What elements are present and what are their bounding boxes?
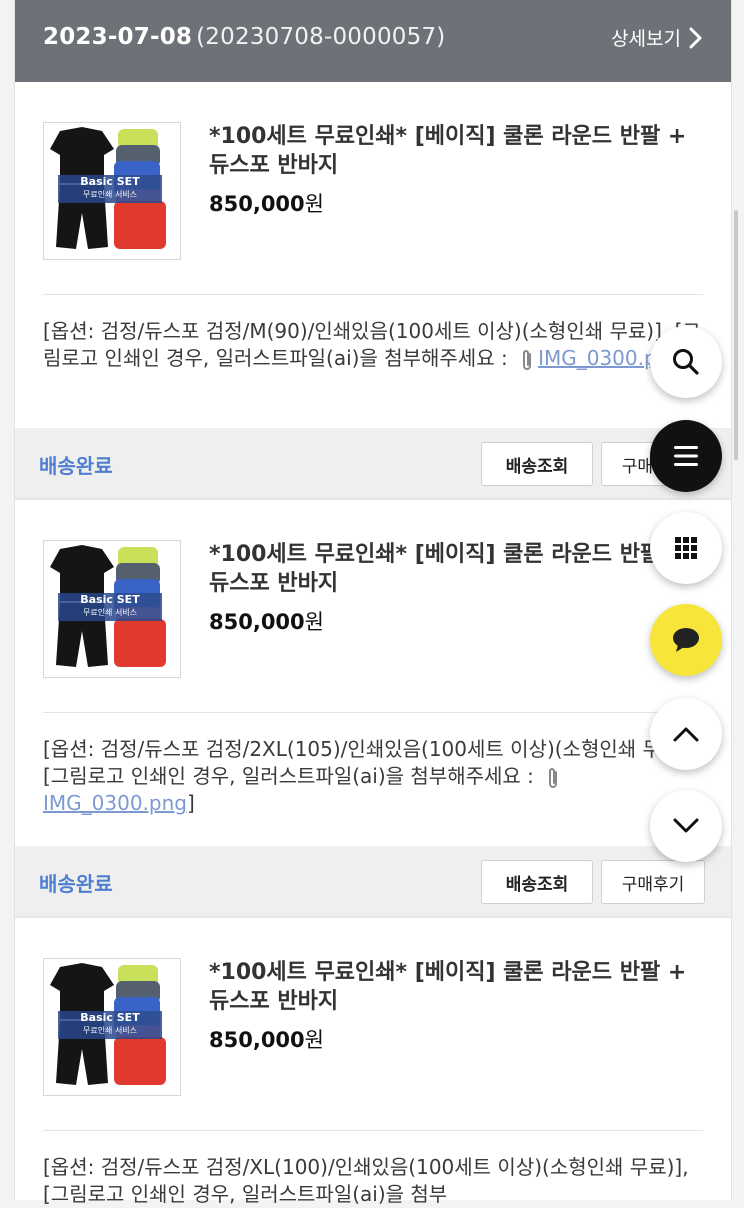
scroll-bottom-button[interactable]	[650, 790, 722, 862]
option-description: [옵션: 검정/듀스포 검정/2XL(105)/인쇄있음(100세트 이상)(소…	[43, 737, 702, 788]
menu-icon	[674, 446, 698, 466]
price-value: 850,000	[209, 1028, 305, 1052]
order-date-value: 2023-07-08	[43, 24, 193, 50]
badge-line2: 무료인쇄 서비스	[82, 1026, 138, 1035]
item-separator	[15, 498, 731, 500]
badge-line2: 무료인쇄 서비스	[82, 190, 138, 199]
status-bar: 배송완료 배송조회 구매후기	[15, 846, 731, 918]
order-number: (20230708-0000057)	[196, 24, 446, 50]
track-delivery-button[interactable]: 배송조회	[481, 442, 593, 486]
product-name[interactable]: *100세트 무료인쇄* [베이직] 쿨론 라운드 반팔 + 듀스포 반바지	[209, 122, 689, 180]
order-card: 2023-07-08 (20230708-0000057) 상세보기 Basic …	[14, 0, 732, 1206]
product-thumbnail[interactable]: Basic SET 무료인쇄 서비스	[43, 122, 181, 260]
option-description: [옵션: 검정/듀스포 검정/XL(100)/인쇄있음(100세트 이상)(소형…	[43, 1155, 689, 1206]
scrollbar-thumb[interactable]	[734, 210, 738, 460]
chevron-right-icon	[689, 27, 702, 48]
price-currency: 원	[304, 1028, 324, 1052]
price-value: 850,000	[209, 610, 305, 634]
item-separator	[15, 916, 731, 918]
divider	[43, 294, 703, 295]
arrow-down-icon	[673, 818, 699, 833]
price-currency: 원	[304, 610, 324, 634]
status-bar: 배송완료 배송조회 구매후기	[15, 428, 731, 500]
product-price: 850,000원	[209, 1024, 324, 1054]
order-header: 2023-07-08 (20230708-0000057) 상세보기	[15, 0, 731, 82]
basic-set-badge: Basic SET 무료인쇄 서비스	[58, 593, 162, 621]
paperclip-icon	[549, 767, 558, 788]
price-value: 850,000	[209, 192, 305, 216]
category-grid-button[interactable]	[650, 512, 722, 584]
track-delivery-button[interactable]: 배송조회	[481, 860, 593, 904]
detail-link-label: 상세보기	[611, 28, 681, 50]
product-thumbnail[interactable]: Basic SET 무료인쇄 서비스	[43, 958, 181, 1096]
grid-icon	[675, 537, 697, 559]
option-text: [옵션: 검정/듀스포 검정/2XL(105)/인쇄있음(100세트 이상)(소…	[43, 736, 715, 817]
arrow-up-icon	[673, 727, 699, 742]
order-date: 2023-07-08 (20230708-0000057)	[43, 24, 445, 50]
option-close-bracket: ]	[186, 791, 195, 815]
product-name[interactable]: *100세트 무료인쇄* [베이직] 쿨론 라운드 반팔 + 듀스포 반바지	[209, 958, 689, 1016]
write-review-button[interactable]: 구매후기	[601, 860, 705, 904]
delivery-status: 배송완료	[39, 872, 113, 896]
search-button[interactable]	[650, 326, 722, 398]
basic-set-badge: Basic SET 무료인쇄 서비스	[58, 1011, 162, 1039]
product-name[interactable]: *100세트 무료인쇄* [베이직] 쿨론 라운드 반팔 + 듀스포 반바지	[209, 540, 689, 598]
badge-line1: Basic SET	[80, 175, 140, 188]
product-price: 850,000원	[209, 606, 324, 636]
menu-button[interactable]	[650, 420, 722, 492]
scroll-top-button[interactable]	[650, 698, 722, 770]
divider	[43, 712, 703, 713]
product-thumbnail[interactable]: Basic SET 무료인쇄 서비스	[43, 540, 181, 678]
badge-line2: 무료인쇄 서비스	[82, 608, 138, 617]
chat-icon	[673, 628, 699, 652]
detail-link[interactable]: 상세보기	[611, 24, 703, 51]
search-icon	[673, 349, 699, 375]
basic-set-badge: Basic SET 무료인쇄 서비스	[58, 175, 162, 203]
badge-line1: Basic SET	[80, 1011, 140, 1024]
delivery-status: 배송완료	[39, 454, 113, 478]
option-text: [옵션: 검정/듀스포 검정/M(90)/인쇄있음(100세트 이상)(소형인쇄…	[43, 318, 715, 372]
attachment-link[interactable]: IMG_0300.png	[43, 791, 187, 815]
divider	[43, 1130, 703, 1131]
price-currency: 원	[304, 192, 324, 216]
badge-line1: Basic SET	[80, 593, 140, 606]
paperclip-icon	[523, 349, 532, 370]
product-price: 850,000원	[209, 188, 324, 218]
chat-button[interactable]	[650, 604, 722, 676]
